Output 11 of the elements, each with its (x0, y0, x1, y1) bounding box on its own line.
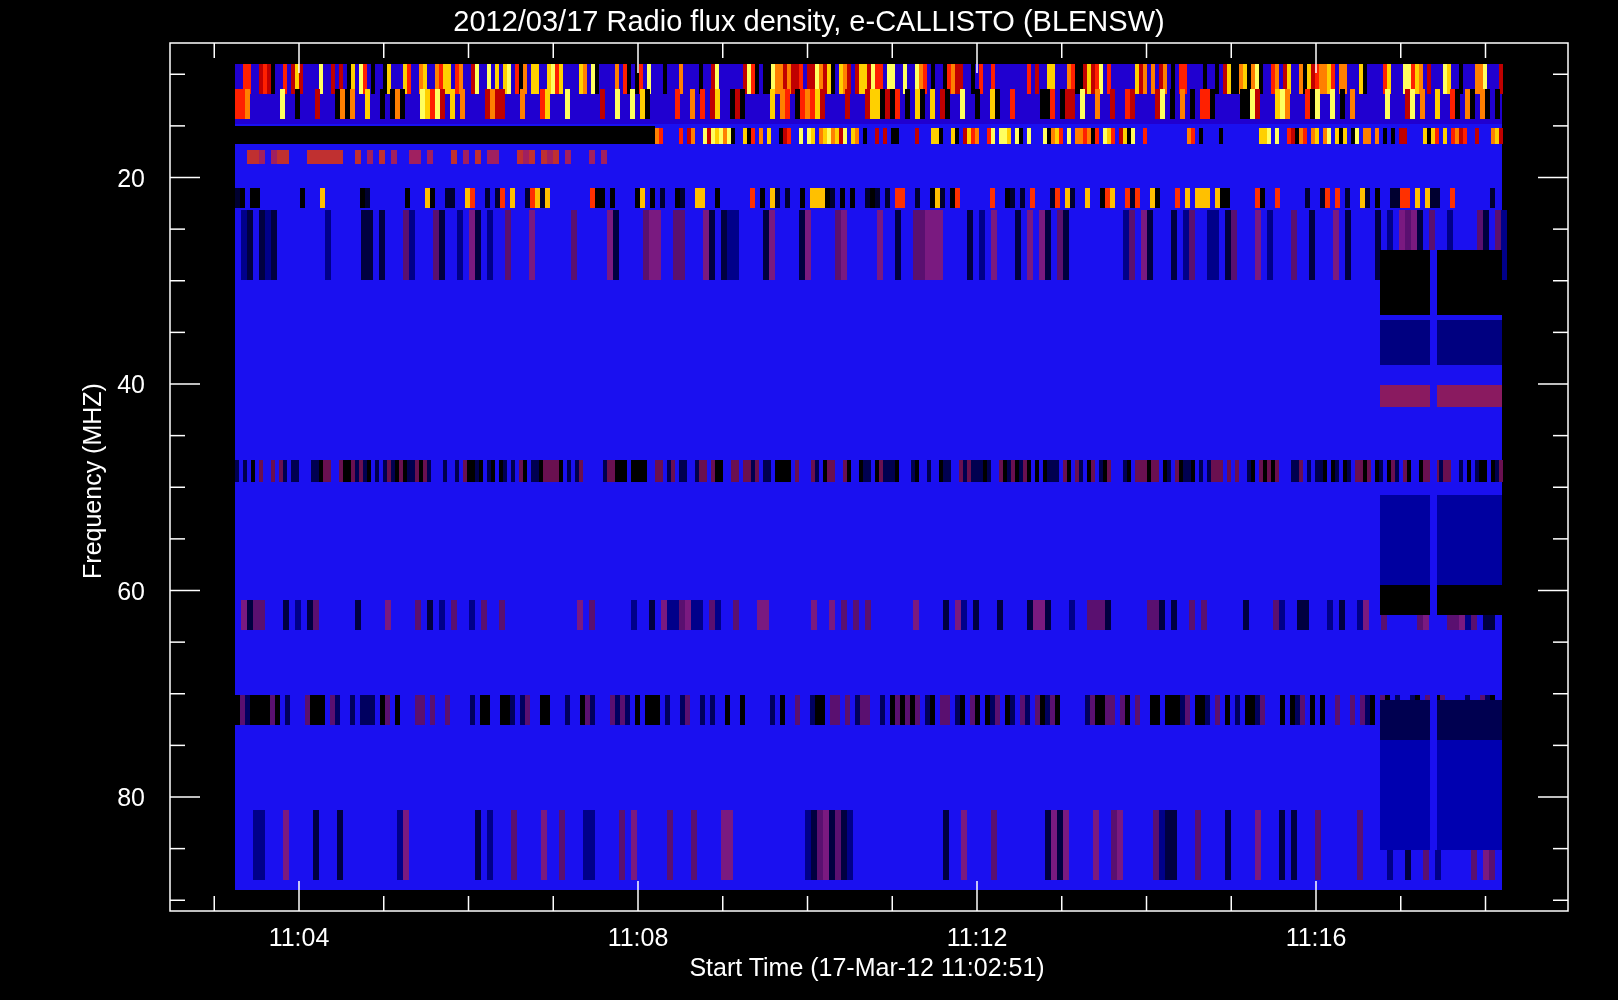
x-tick-label: 11:04 (268, 923, 330, 951)
y-tick-label: 40 (117, 370, 145, 398)
y-axis-label: Frequency (MHZ) (78, 383, 106, 579)
x-tick-label: 11:12 (946, 923, 1008, 951)
x-tick-label: 11:16 (1285, 923, 1347, 951)
y-tick-label: 60 (117, 576, 145, 605)
y-tick-label: 80 (117, 783, 145, 811)
x-tick-label: 11:08 (607, 923, 669, 951)
x-axis-label: Start Time (17-Mar-12 11:02:51) (689, 953, 1045, 981)
chart-title: 2012/03/17 Radio flux density, e-CALLISTO (BLENSW) (453, 5, 1165, 37)
y-tick-label: 20 (117, 163, 145, 192)
